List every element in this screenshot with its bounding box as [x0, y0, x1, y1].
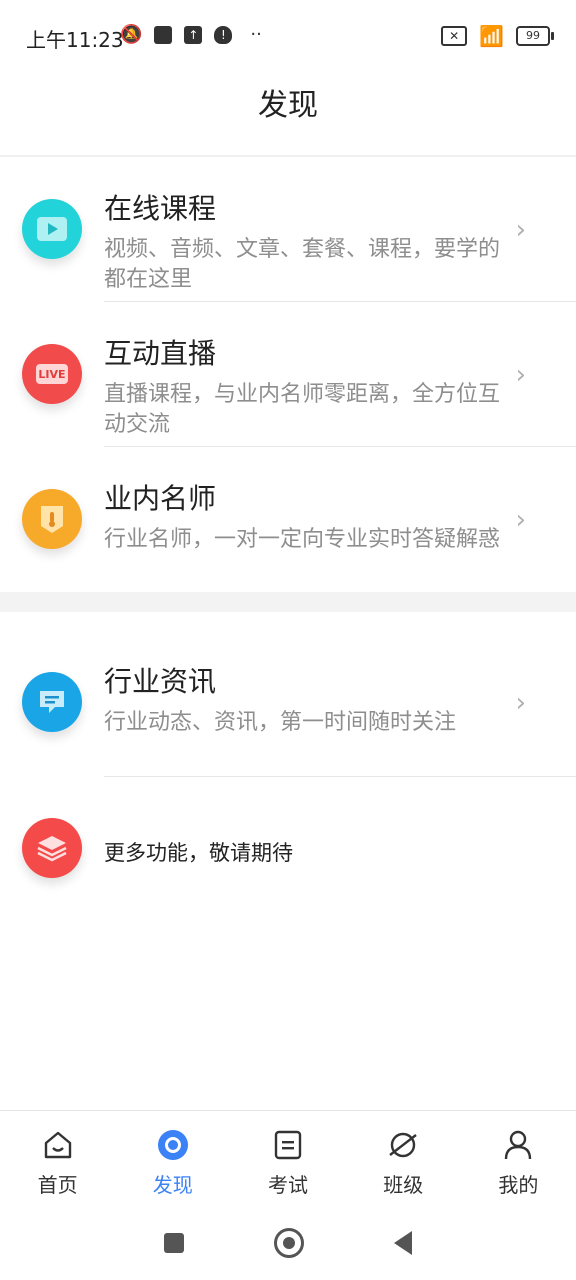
live-icon: LIVE	[22, 344, 82, 404]
live-badge: LIVE	[36, 364, 68, 384]
home-icon	[44, 1131, 71, 1159]
tab-home[interactable]: 首页	[0, 1111, 115, 1207]
more-features-label: 更多功能，敬请期待	[104, 841, 293, 865]
battery-icon: 99	[516, 26, 554, 46]
chevron-right-icon: ›	[515, 215, 526, 245]
item-description: 行业动态、资讯，第一时间随时关注	[104, 710, 457, 735]
discover-icon	[157, 1130, 188, 1160]
item-description: 视频、音频、文章、套餐、课程，要学的都在这里	[104, 237, 501, 292]
item-title: 互动直播	[104, 337, 217, 370]
layers-icon	[22, 818, 82, 878]
status-system-icons: ✕ 📶 99	[441, 24, 554, 48]
item-description: 行业名师，一对一定向专业实时答疑解惑	[104, 527, 501, 552]
chevron-right-icon: ›	[515, 360, 526, 390]
wifi-icon: 📶	[479, 24, 504, 48]
status-time: 上午11:23	[26, 28, 124, 52]
item-title: 在线课程	[104, 192, 217, 225]
shield-icon: !	[214, 25, 233, 44]
bottom-tab-bar: 首页 发现 考试 班级 我的	[0, 1110, 576, 1207]
sim-off-icon: ✕	[441, 26, 468, 46]
upload-icon: ↑	[184, 25, 203, 44]
tab-label: 班级	[383, 1173, 424, 1197]
status-notification-icons: 🔕 ↑ ! ··	[120, 24, 262, 45]
list-item-online-course[interactable]: 在线课程 视频、音频、文章、套餐、课程，要学的都在这里 ›	[0, 157, 576, 302]
section-divider	[0, 592, 576, 612]
tab-label: 发现	[152, 1173, 193, 1197]
list-item-live[interactable]: LIVE 互动直播 直播课程，与业内名师零距离，全方位互动交流 ›	[0, 302, 576, 447]
page-title: 发现	[258, 88, 318, 123]
item-title: 业内名师	[104, 482, 217, 515]
exam-icon	[274, 1130, 302, 1160]
home-button-icon[interactable]	[274, 1228, 304, 1258]
tab-label: 首页	[37, 1173, 78, 1197]
play-icon	[22, 199, 82, 259]
discover-list-2: 行业资讯 行业动态、资讯，第一时间随时关注 ›	[0, 612, 576, 777]
chevron-right-icon: ›	[515, 688, 526, 718]
status-bar: 上午11:23 🔕 ↑ ! ·· ✕ 📶 99	[0, 0, 576, 70]
tab-label: 我的	[498, 1173, 539, 1197]
tab-class[interactable]: 班级	[346, 1111, 461, 1207]
item-title: 行业资讯	[104, 665, 217, 698]
more-dots-icon: ··	[250, 24, 262, 45]
system-nav-bar	[0, 1206, 576, 1280]
list-item-news[interactable]: 行业资讯 行业动态、资讯，第一时间随时关注 ›	[0, 612, 576, 777]
discover-list-1: 在线课程 视频、音频、文章、套餐、课程，要学的都在这里 › LIVE 互动直播 …	[0, 157, 576, 592]
back-icon[interactable]	[394, 1231, 412, 1255]
badge-icon	[22, 489, 82, 549]
recent-apps-icon[interactable]	[164, 1233, 184, 1253]
item-description: 直播课程，与业内名师零距离，全方位互动交流	[104, 382, 501, 437]
class-icon	[389, 1132, 417, 1158]
app-icon	[154, 25, 173, 44]
mute-icon: 🔕	[120, 24, 143, 45]
item-divider	[104, 776, 576, 777]
tab-profile[interactable]: 我的	[461, 1111, 576, 1207]
message-icon	[22, 672, 82, 732]
tab-exam[interactable]: 考试	[230, 1111, 345, 1207]
tab-discover[interactable]: 发现	[115, 1111, 230, 1207]
list-item-teachers[interactable]: 业内名师 行业名师，一对一定向专业实时答疑解惑 ›	[0, 447, 576, 592]
tab-label: 考试	[268, 1173, 308, 1197]
profile-icon	[505, 1130, 532, 1160]
chevron-right-icon: ›	[515, 505, 526, 535]
